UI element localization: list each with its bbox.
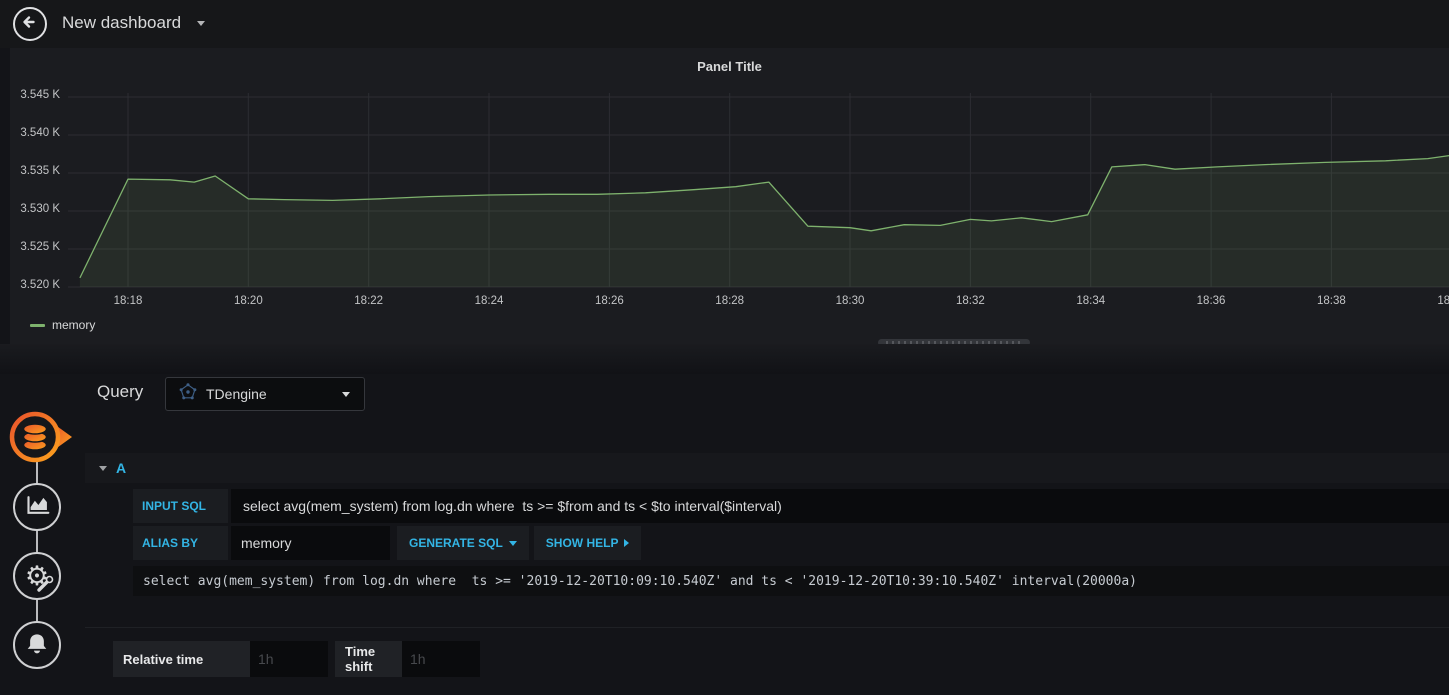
generated-sql-preview: select avg(mem_system) from log.dn where… (133, 566, 1449, 596)
tab-alert[interactable] (13, 621, 61, 669)
time-shift-label: Time shift (335, 641, 402, 677)
chart-icon (20, 488, 54, 527)
datasource-picker[interactable]: TDengine (165, 377, 365, 411)
query-letter: A (116, 460, 127, 476)
x-tick-label: 18:40 (1437, 295, 1449, 307)
bell-icon (21, 627, 53, 664)
tab-general[interactable]: ⚙ (13, 552, 61, 600)
datasource-caret-icon (342, 391, 350, 397)
x-tick-label: 18:24 (474, 295, 504, 307)
dashboard-title: New dashboard (62, 13, 182, 32)
x-tick-label: 18:22 (354, 295, 384, 307)
time-shift-field[interactable] (402, 641, 480, 677)
input-sql-field[interactable] (231, 489, 1449, 523)
gear-icon: ⚙ (25, 562, 54, 592)
relative-time-field[interactable] (250, 641, 328, 677)
legend-item-memory[interactable]: memory (30, 318, 95, 332)
y-tick-label: 3.535 K (20, 165, 60, 177)
panel-title[interactable]: Panel Title (10, 59, 1449, 74)
tab-connector-line (36, 452, 38, 645)
x-tick-label: 18:20 (233, 295, 263, 307)
legend-label: memory (52, 318, 96, 332)
dashboard-title-caret-icon[interactable] (197, 21, 205, 26)
x-tick-label: 18:38 (1317, 295, 1346, 307)
y-tick-label: 3.520 K (20, 279, 60, 291)
x-tick-label: 18:30 (835, 295, 865, 307)
x-tick-label: 18:18 (113, 295, 143, 307)
database-icon (8, 411, 74, 469)
series-area (79, 155, 1449, 287)
alias-by-row: ALIAS BY GENERATE SQL SHOW HELP (133, 526, 642, 560)
x-tick-label: 18:34 (1076, 295, 1106, 307)
input-sql-row: INPUT SQL (133, 489, 1449, 523)
time-options-row: Relative time Time shift (113, 641, 480, 677)
show-help-button[interactable]: SHOW HELP (533, 526, 642, 560)
datasource-name: TDengine (206, 386, 267, 402)
x-tick-label: 18:26 (594, 295, 624, 307)
y-tick-label: 3.540 K (20, 127, 60, 139)
x-tick-label: 18:28 (715, 295, 745, 307)
y-tick-label: 3.525 K (20, 241, 60, 253)
collapse-caret-icon[interactable] (99, 465, 107, 471)
relative-time-label: Relative time (113, 641, 250, 677)
chevron-down-icon (508, 540, 517, 546)
panel-shadow (0, 344, 1449, 374)
back-button[interactable] (13, 7, 47, 41)
generate-sql-label: GENERATE SQL (409, 536, 503, 550)
alias-by-field[interactable] (231, 526, 390, 560)
top-navbar: New dashboard (0, 0, 1449, 48)
generate-sql-button[interactable]: GENERATE SQL (397, 526, 529, 560)
tdengine-logo-icon (179, 382, 197, 406)
legend-color-swatch (30, 323, 45, 327)
x-tick-label: 18:36 (1196, 295, 1226, 307)
query-section-title: Query (97, 382, 144, 401)
chart-plot[interactable] (68, 93, 1449, 291)
arrow-left-icon (21, 13, 39, 36)
show-help-label: SHOW HELP (545, 536, 619, 550)
graph-panel: Panel Title 3.545 K 3.540 K 3.535 K 3.530 K… (10, 48, 1449, 344)
y-tick-label: 3.530 K (20, 203, 60, 215)
tab-queries[interactable] (8, 409, 74, 470)
query-row-header[interactable]: A (85, 453, 1449, 483)
x-tick-label: 18:32 (955, 295, 985, 307)
chevron-right-icon (624, 539, 630, 547)
y-tick-label: 3.545 K (20, 89, 60, 101)
alias-by-label: ALIAS BY (133, 526, 228, 560)
tab-visualization[interactable] (13, 483, 61, 531)
options-divider (85, 627, 1449, 628)
input-sql-label: INPUT SQL (133, 489, 228, 523)
